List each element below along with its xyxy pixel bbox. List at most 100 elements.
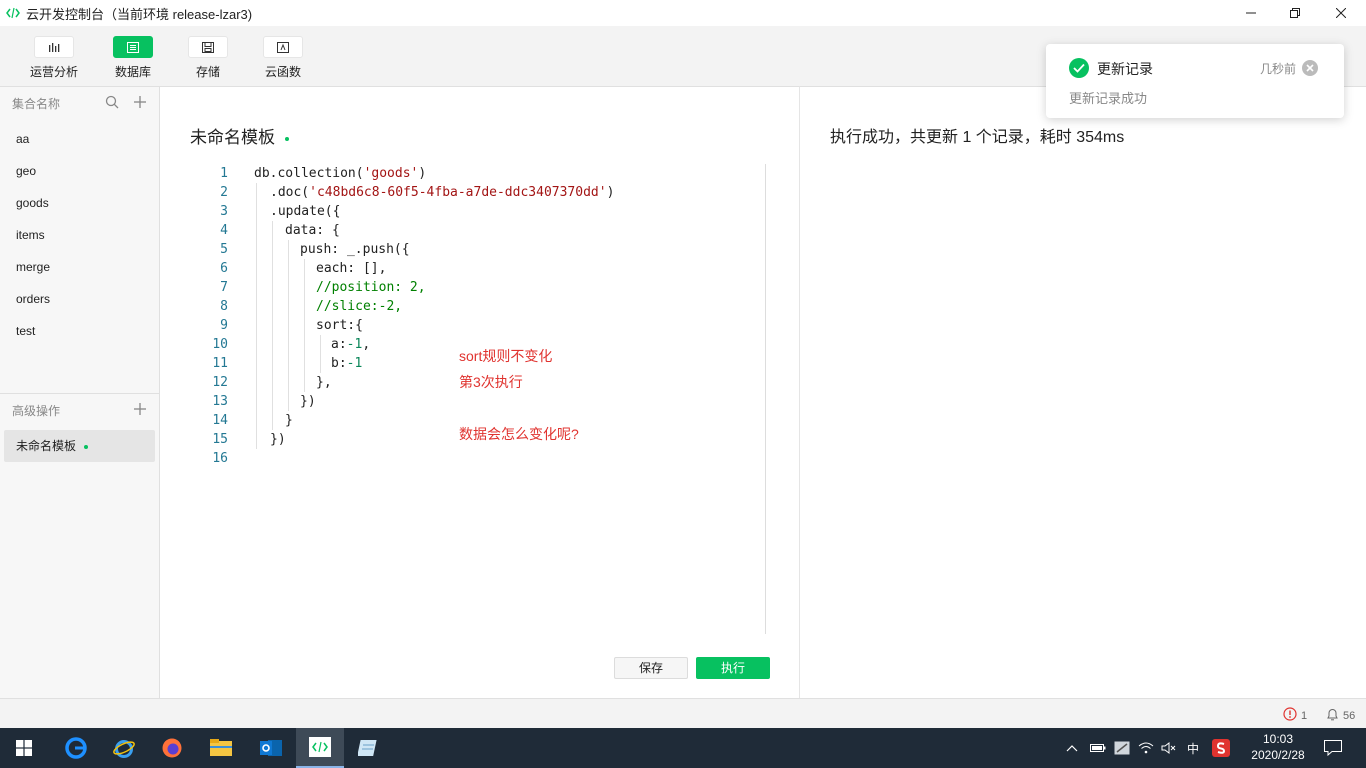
notepad-icon[interactable]: [345, 728, 393, 768]
template-item-active[interactable]: 未命名模板: [4, 430, 155, 462]
storage-icon: [188, 36, 228, 58]
ie-icon[interactable]: [100, 728, 148, 768]
collection-item-test[interactable]: test: [0, 315, 159, 347]
speaker-muted-icon[interactable]: [1161, 728, 1177, 768]
code-text: ): [418, 166, 427, 181]
code-line: 8 //slice:-2,: [200, 297, 766, 316]
code-text: push: _.push({: [300, 242, 410, 257]
error-count[interactable]: 1: [1283, 707, 1307, 724]
minimize-button[interactable]: [1228, 0, 1274, 26]
code-text: data: {: [285, 223, 340, 238]
code-editor[interactable]: 1 db.collection('goods') 2 .doc('c48bd6c8-…: [200, 164, 766, 634]
collection-item-aa[interactable]: aa: [0, 123, 159, 155]
line-number: 15: [212, 432, 228, 447]
success-toast: 更新记录 几秒前 更新记录成功: [1046, 44, 1344, 118]
code-line: 13}): [200, 392, 766, 411]
code-number: -1: [346, 337, 363, 352]
toolbar-label-functions: 云函数: [264, 65, 301, 79]
close-icon[interactable]: [1302, 60, 1318, 76]
edge-icon[interactable]: [52, 728, 100, 768]
close-window-button[interactable]: [1318, 0, 1364, 26]
toolbar-item-functions[interactable]: 云函数: [253, 36, 313, 80]
toolbar-item-analytics[interactable]: 运营分析: [24, 36, 84, 80]
code-text: b:: [331, 356, 347, 371]
line-number: 16: [212, 451, 228, 466]
collections-header: 集合名称: [0, 87, 159, 119]
code-line: 7 //position: 2,: [200, 278, 766, 297]
error-count-value: 1: [1301, 709, 1308, 722]
code-line: 6 each: [],: [200, 259, 766, 278]
clock-date: 2020/2/28: [1251, 748, 1305, 762]
collections-sidebar: 集合名称 aa geo goods items merge orders tes…: [0, 86, 160, 698]
devtools-icon[interactable]: [296, 728, 344, 768]
line-number: 8: [220, 299, 228, 314]
code-comment: //slice:-2,: [316, 299, 403, 314]
run-button[interactable]: 执行: [696, 657, 770, 679]
code-line: 4 data: {: [200, 221, 766, 240]
line-number: 1: [220, 166, 228, 181]
annotation-note: sort规则不变化: [459, 348, 553, 364]
collection-item-items[interactable]: items: [0, 219, 159, 251]
action-center-icon[interactable]: [1324, 728, 1342, 768]
restore-button[interactable]: [1272, 0, 1318, 26]
editor-title-label: 未命名模板: [190, 128, 275, 147]
toolbar-item-database[interactable]: 数据库: [103, 36, 163, 80]
tablet-icon[interactable]: [1114, 728, 1130, 768]
unsaved-dot-icon: [84, 444, 89, 449]
search-icon[interactable]: [105, 95, 119, 112]
toast-title: 更新记录: [1097, 61, 1153, 77]
code-text: sort:{: [316, 318, 363, 333]
error-circle-icon: [1283, 707, 1297, 724]
wifi-icon[interactable]: [1138, 728, 1154, 768]
code-text: a:: [331, 337, 347, 352]
code-line: 9 sort:{: [200, 316, 766, 335]
annotation-note: 第3次执行: [459, 374, 523, 390]
code-line: 16: [200, 449, 766, 468]
add-collection-icon[interactable]: [133, 95, 147, 112]
code-text: db.collection(: [254, 166, 364, 181]
advanced-section: 高级操作 未命名模板: [0, 394, 159, 466]
battery-icon[interactable]: [1090, 728, 1106, 768]
notification-count[interactable]: 56: [1326, 707, 1355, 724]
code-line: 2 .doc('c48bd6c8-60f5-4fba-a7de-ddc340737…: [200, 183, 766, 202]
clock-time: 10:03: [1262, 732, 1294, 746]
collection-item-orders[interactable]: orders: [0, 283, 159, 315]
window-title: 云开发控制台（当前环境 release-lzar3): [26, 6, 253, 22]
chevron-up-icon[interactable]: [1066, 728, 1078, 768]
file-explorer-icon[interactable]: [197, 728, 245, 768]
taskbar-clock[interactable]: 10:03 2020/2/28: [1240, 731, 1316, 763]
toolbar-label-storage: 存储: [195, 65, 220, 79]
code-line: 1 db.collection('goods'): [200, 164, 766, 183]
advanced-header: 高级操作: [0, 394, 159, 426]
line-number: 9: [220, 318, 228, 333]
save-button[interactable]: 保存: [614, 657, 688, 679]
bar-chart-icon: [34, 36, 74, 58]
advanced-header-label: 高级操作: [12, 403, 61, 418]
line-number: 14: [212, 413, 228, 428]
app-code-icon: [5, 5, 21, 21]
ime-indicator[interactable]: 中: [1187, 728, 1199, 768]
line-number: 3: [220, 204, 228, 219]
line-number: 7: [220, 280, 228, 295]
add-template-icon[interactable]: [133, 402, 147, 419]
line-number: 4: [220, 223, 228, 238]
code-text: }: [285, 413, 293, 428]
collection-item-goods[interactable]: goods: [0, 187, 159, 219]
database-icon: [113, 36, 153, 58]
sogou-ime-icon[interactable]: [1212, 728, 1230, 768]
collection-item-geo[interactable]: geo: [0, 155, 159, 187]
code-text: },: [316, 375, 332, 390]
windows-start-icon[interactable]: [0, 728, 48, 768]
line-number: 2: [220, 185, 228, 200]
function-icon: [263, 36, 303, 58]
toolbar-item-storage[interactable]: 存储: [178, 36, 238, 80]
code-text: ,: [362, 337, 371, 352]
line-number: 12: [212, 375, 228, 390]
outlook-icon[interactable]: [247, 728, 295, 768]
unsaved-dot-icon: [285, 136, 289, 141]
toast-time: 几秒前: [1260, 62, 1297, 76]
result-message: 执行成功，共更新 1 个记录，耗时 354ms: [830, 129, 1125, 146]
collection-item-merge[interactable]: merge: [0, 251, 159, 283]
firefox-icon[interactable]: [148, 728, 196, 768]
code-string: 'goods': [363, 166, 419, 181]
